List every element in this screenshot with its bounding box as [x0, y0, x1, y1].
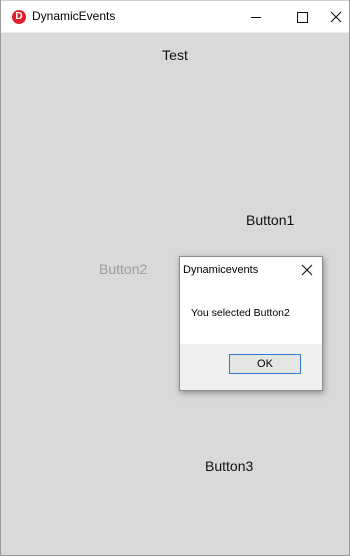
- message-dialog: Dynamicevents You selected Button2 OK: [179, 256, 323, 391]
- maximize-button[interactable]: [279, 1, 325, 33]
- maximize-icon: [297, 12, 308, 23]
- dialog-close-icon[interactable]: [300, 263, 314, 277]
- button3[interactable]: Button3: [205, 458, 253, 474]
- button1[interactable]: Button1: [246, 212, 294, 228]
- app-window: D DynamicEvents Test Button1 Button2 But…: [0, 0, 350, 556]
- app-logo-icon: D: [12, 10, 26, 24]
- dialog-message: You selected Button2: [191, 307, 290, 319]
- window-title: DynamicEvents: [32, 9, 116, 23]
- minimize-button[interactable]: [233, 1, 279, 33]
- close-window-button[interactable]: [325, 1, 350, 33]
- button2[interactable]: Button2: [99, 261, 147, 277]
- minimize-icon: [251, 17, 261, 18]
- close-icon: [330, 11, 342, 23]
- dialog-footer: OK: [180, 344, 322, 390]
- page-title: Test: [162, 47, 188, 63]
- title-bar[interactable]: D DynamicEvents: [1, 0, 349, 33]
- ok-button[interactable]: OK: [229, 354, 301, 374]
- dialog-title: Dynamicevents: [183, 264, 259, 276]
